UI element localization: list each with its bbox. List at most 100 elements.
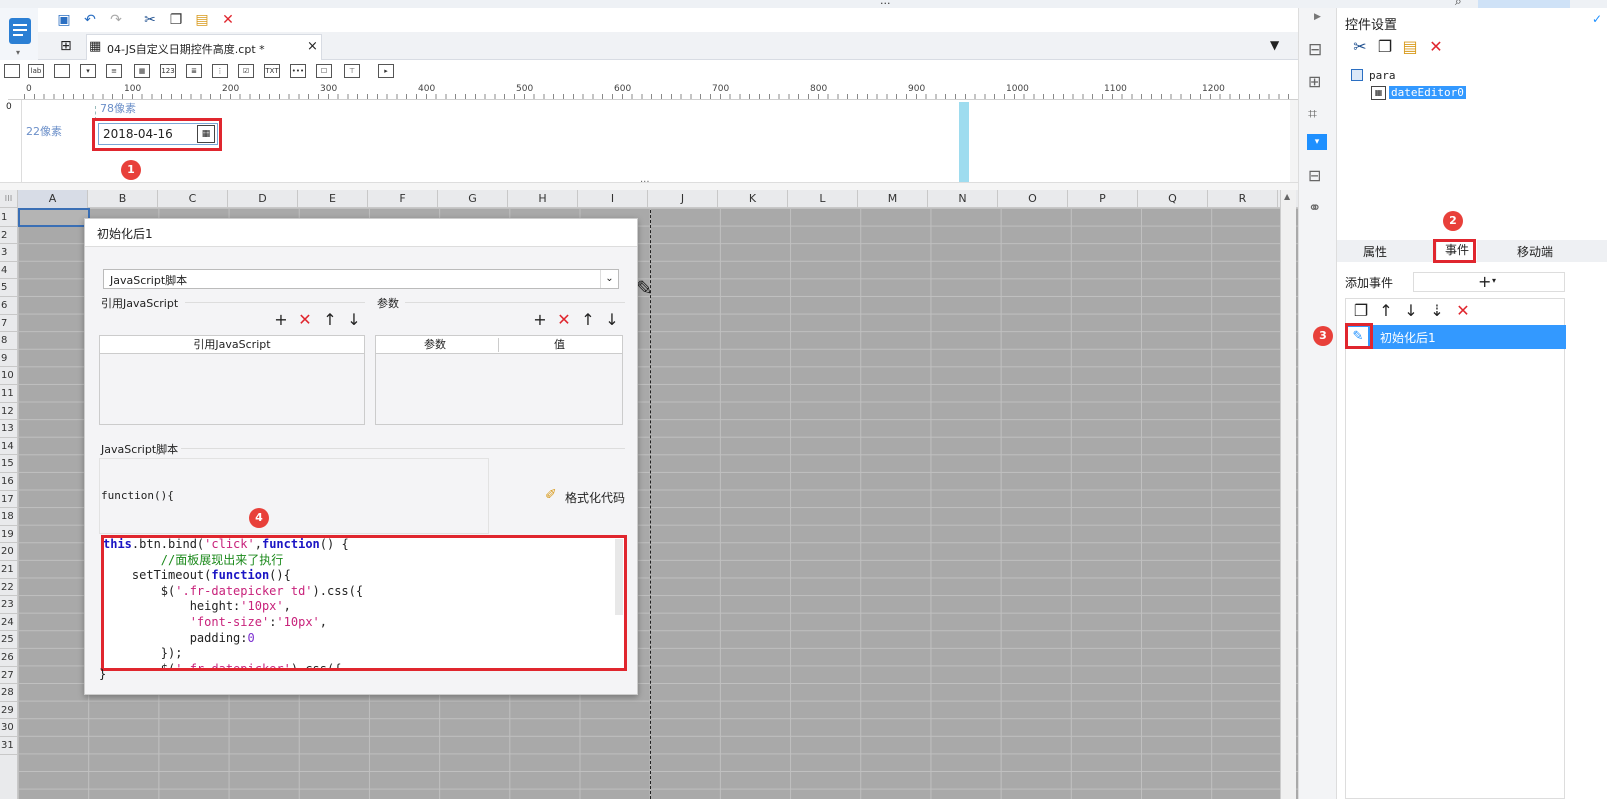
dropdown-widget-icon[interactable]: ▾ (80, 64, 96, 78)
row-17[interactable]: 17 (0, 491, 18, 509)
row-29[interactable]: 29 (0, 702, 18, 720)
password-widget-icon[interactable]: ••• (290, 64, 306, 78)
row-18[interactable]: 18 (0, 508, 18, 526)
corner-cell[interactable]: ⁝⁝⁝ (0, 190, 18, 208)
tab-menu-icon[interactable]: ▼ (1270, 38, 1279, 52)
format-code-button[interactable]: ✐ 格式化代码 (545, 487, 627, 507)
copy-icon[interactable]: ❐ (166, 10, 186, 30)
col-n[interactable]: N (928, 190, 998, 208)
row-23[interactable]: 23 (0, 596, 18, 614)
delete-icon[interactable]: ✕ (218, 10, 238, 30)
layout-icon[interactable]: ⌗ (1308, 104, 1317, 124)
save-icon[interactable]: ▣ (54, 10, 74, 30)
row-24[interactable]: 24 (0, 614, 18, 632)
delete-icon[interactable]: ✕ (1427, 38, 1445, 56)
text-widget-icon[interactable]: TXT (264, 64, 280, 78)
move-up-ref-icon[interactable]: ↑ (321, 311, 339, 329)
add-ref-icon[interactable]: + (272, 311, 290, 329)
copy-icon[interactable]: ❐ (1376, 38, 1394, 56)
row-2[interactable]: 2 (0, 227, 18, 245)
col-c[interactable]: C (158, 190, 228, 208)
widget-settings-icon[interactable]: ▾ (1307, 134, 1327, 150)
cut-icon[interactable]: ✂ (140, 10, 160, 30)
row-6[interactable]: 6 (0, 297, 18, 315)
row-13[interactable]: 13 (0, 420, 18, 438)
undo-icon[interactable]: ↶ (80, 10, 100, 30)
checkbox-group-icon[interactable]: ☑ (238, 64, 254, 78)
tab-properties[interactable]: 属性 (1363, 243, 1387, 260)
row-15[interactable]: 15 (0, 455, 18, 473)
tree-child-label[interactable]: dateEditor0 (1389, 86, 1466, 99)
row-1[interactable]: 1 (0, 209, 18, 227)
row-26[interactable]: 26 (0, 649, 18, 667)
date-widget-icon[interactable]: ▦ (134, 64, 150, 78)
paste-icon[interactable]: ▤ (1401, 38, 1419, 56)
move-up-param-icon[interactable]: ↑ (579, 311, 597, 329)
selected-cell[interactable] (18, 208, 90, 227)
row-4[interactable]: 4 (0, 262, 18, 280)
col-a[interactable]: A (18, 190, 88, 208)
checkbox-widget-icon[interactable]: ☐ (316, 64, 332, 78)
col-j[interactable]: J (648, 190, 718, 208)
col-i[interactable]: I (578, 190, 648, 208)
tree-root-label[interactable]: para (1369, 69, 1396, 82)
move-down-ref-icon[interactable]: ↓ (345, 311, 363, 329)
row-11[interactable]: 11 (0, 385, 18, 403)
remove-param-icon[interactable]: ✕ (555, 311, 573, 329)
row-5[interactable]: 5 (0, 279, 18, 297)
move-up-event-icon[interactable]: ↑ (1377, 302, 1395, 320)
row-19[interactable]: 19 (0, 526, 18, 544)
row-7[interactable]: 7 (0, 315, 18, 333)
row-30[interactable]: 30 (0, 719, 18, 737)
tree-widget-icon[interactable]: ⊤ (344, 64, 360, 78)
col-r[interactable]: R (1208, 190, 1278, 208)
tab-document[interactable]: ▦ 04-JS自定义日期控件高度.cpt * × (86, 34, 322, 60)
textarea-widget-icon[interactable]: ≣ (186, 64, 202, 78)
data-set-icon[interactable]: ⊞ (1308, 72, 1321, 91)
event-item[interactable]: ✎ 初始化后1 (1346, 325, 1566, 349)
paste-icon[interactable]: ▤ (192, 10, 212, 30)
col-g[interactable]: G (438, 190, 508, 208)
row-21[interactable]: 21 (0, 561, 18, 579)
col-p[interactable]: P (1068, 190, 1138, 208)
script-type-select[interactable]: JavaScript脚本 ⌄ (103, 269, 619, 289)
panel-splitter[interactable]: ··· (0, 177, 1328, 190)
col-d[interactable]: D (228, 190, 298, 208)
textbox-widget-icon[interactable] (54, 64, 70, 78)
col-b[interactable]: B (88, 190, 158, 208)
copy-event-icon[interactable]: ❐ (1352, 302, 1370, 320)
row-31[interactable]: 31 (0, 737, 18, 755)
move-down-event-icon[interactable]: ↓ (1402, 302, 1420, 320)
link-icon[interactable]: ⚭ (1308, 198, 1321, 217)
add-param-icon[interactable]: + (531, 311, 549, 329)
col-k[interactable]: K (718, 190, 788, 208)
row-20[interactable]: 20 (0, 543, 18, 561)
template-icon[interactable]: ⊟ (1308, 166, 1321, 185)
tab-mobile[interactable]: 移动端 (1517, 243, 1553, 260)
expand-arrow-icon[interactable]: ▶ (1314, 12, 1321, 22)
sort-event-icon[interactable]: ⇣ (1428, 302, 1446, 320)
col-h[interactable]: H (508, 190, 578, 208)
row-9[interactable]: 9 (0, 350, 18, 368)
scroll-up-icon[interactable]: ▲ (1284, 192, 1290, 201)
label-text-widget-icon[interactable]: lab (28, 64, 44, 78)
move-down-param-icon[interactable]: ↓ (603, 311, 621, 329)
row-12[interactable]: 12 (0, 403, 18, 421)
row-16[interactable]: 16 (0, 473, 18, 491)
row-3[interactable]: 3 (0, 244, 18, 262)
radio-group-icon[interactable]: ⋮ (212, 64, 228, 78)
app-menu-button[interactable]: ▾ (0, 8, 38, 60)
number-widget-icon[interactable]: 123 (160, 64, 176, 78)
grid-vertical-scrollbar[interactable]: ▲ (1280, 190, 1296, 799)
col-l[interactable]: L (788, 190, 858, 208)
delete-event-icon[interactable]: ✕ (1454, 302, 1472, 320)
redo-icon[interactable]: ↷ (106, 10, 126, 30)
remove-ref-icon[interactable]: ✕ (296, 311, 314, 329)
list-widget-icon[interactable]: ≡ (106, 64, 122, 78)
panel-pin-icon[interactable]: ✓ (1592, 12, 1602, 26)
col-f[interactable]: F (368, 190, 438, 208)
widget-tree-icon[interactable]: ⊟ (1308, 40, 1322, 60)
row-28[interactable]: 28 (0, 684, 18, 702)
vertical-scrollbar[interactable] (1290, 100, 1298, 182)
row-8[interactable]: 8 (0, 332, 18, 350)
